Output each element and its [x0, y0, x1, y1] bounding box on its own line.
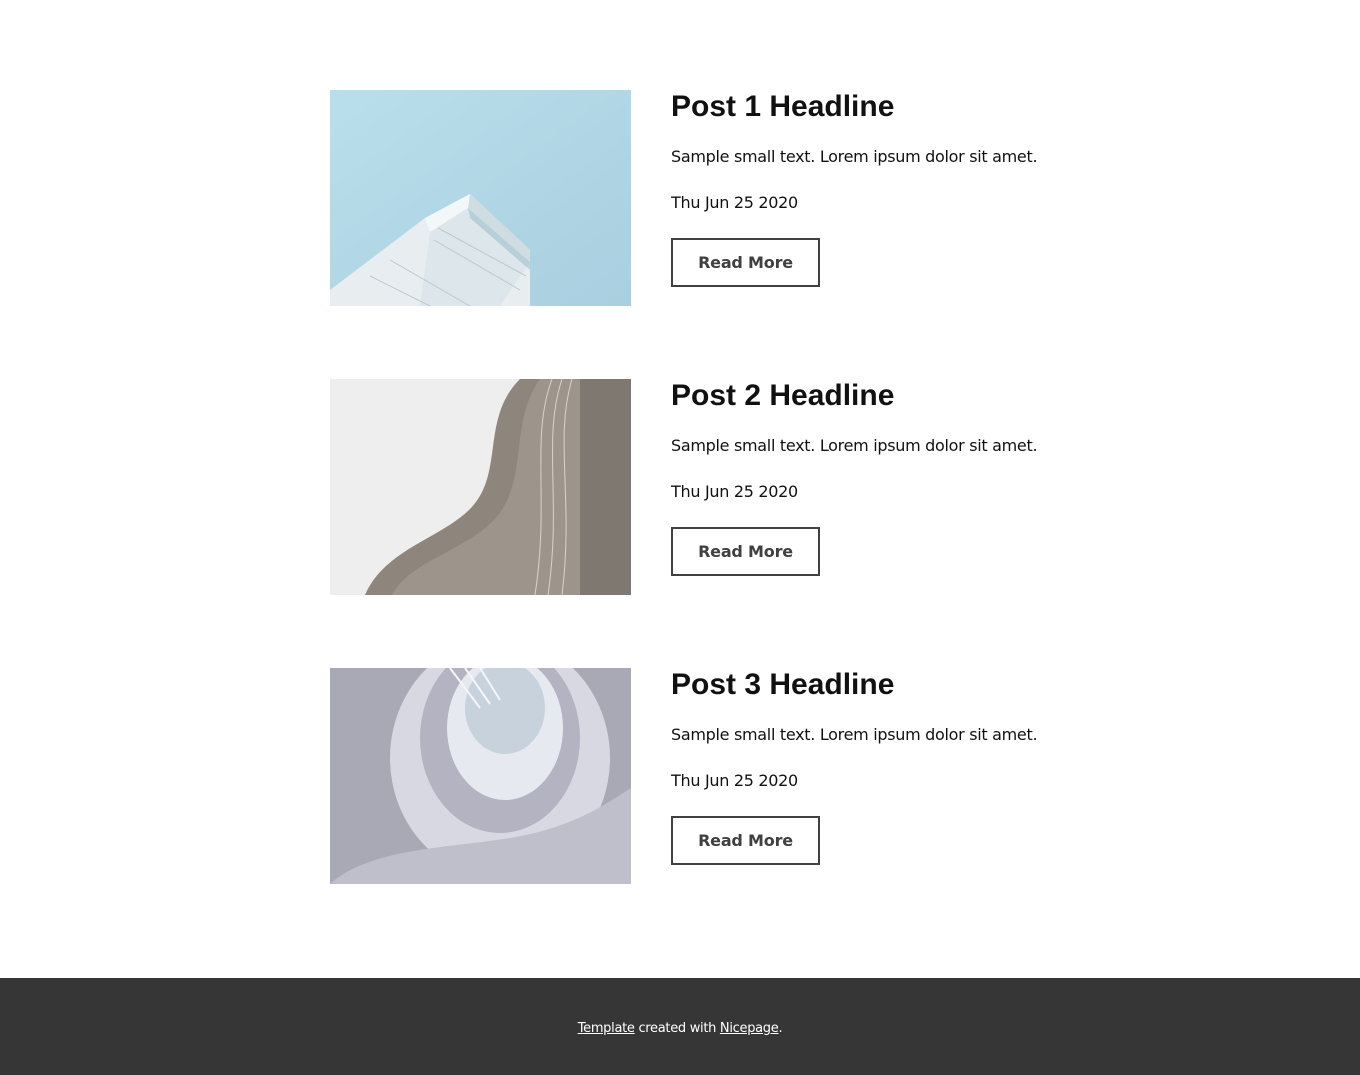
- post-1-read-more-button[interactable]: Read More: [671, 238, 820, 287]
- blog-post-3: Post 3 Headline Sample small text. Lorem…: [330, 668, 1090, 884]
- post-1-date: Thu Jun 25 2020: [671, 193, 798, 212]
- footer: Template created with Nicepage.: [0, 978, 1360, 1075]
- post-3-read-more-button[interactable]: Read More: [671, 816, 820, 865]
- post-2-image[interactable]: [330, 379, 631, 595]
- post-1-text: Sample small text. Lorem ipsum dolor sit…: [671, 147, 1038, 166]
- template-link[interactable]: Template: [578, 1021, 635, 1036]
- post-3-headline: Post 3 Headline: [671, 668, 895, 701]
- footer-credit: Template created with Nicepage.: [0, 1020, 1360, 1038]
- post-2-date: Thu Jun 25 2020: [671, 482, 798, 501]
- blog-post-1: Post 1 Headline Sample small text. Lorem…: [330, 90, 1090, 306]
- post-2-read-more-button[interactable]: Read More: [671, 527, 820, 576]
- nicepage-link[interactable]: Nicepage: [720, 1021, 779, 1036]
- post-3-date: Thu Jun 25 2020: [671, 771, 798, 790]
- post-3-text: Sample small text. Lorem ipsum dolor sit…: [671, 725, 1038, 744]
- post-2-headline: Post 2 Headline: [671, 379, 895, 412]
- post-1-headline: Post 1 Headline: [671, 90, 895, 123]
- post-3-image[interactable]: [330, 668, 631, 884]
- post-1-image[interactable]: [330, 90, 631, 306]
- footer-middle-text: created with: [634, 1021, 720, 1036]
- post-2-text: Sample small text. Lorem ipsum dolor sit…: [671, 436, 1038, 455]
- blog-post-2: Post 2 Headline Sample small text. Lorem…: [330, 379, 1090, 595]
- footer-end-text: .: [778, 1021, 783, 1036]
- blog-post-list: Post 1 Headline Sample small text. Lorem…: [0, 0, 1360, 978]
